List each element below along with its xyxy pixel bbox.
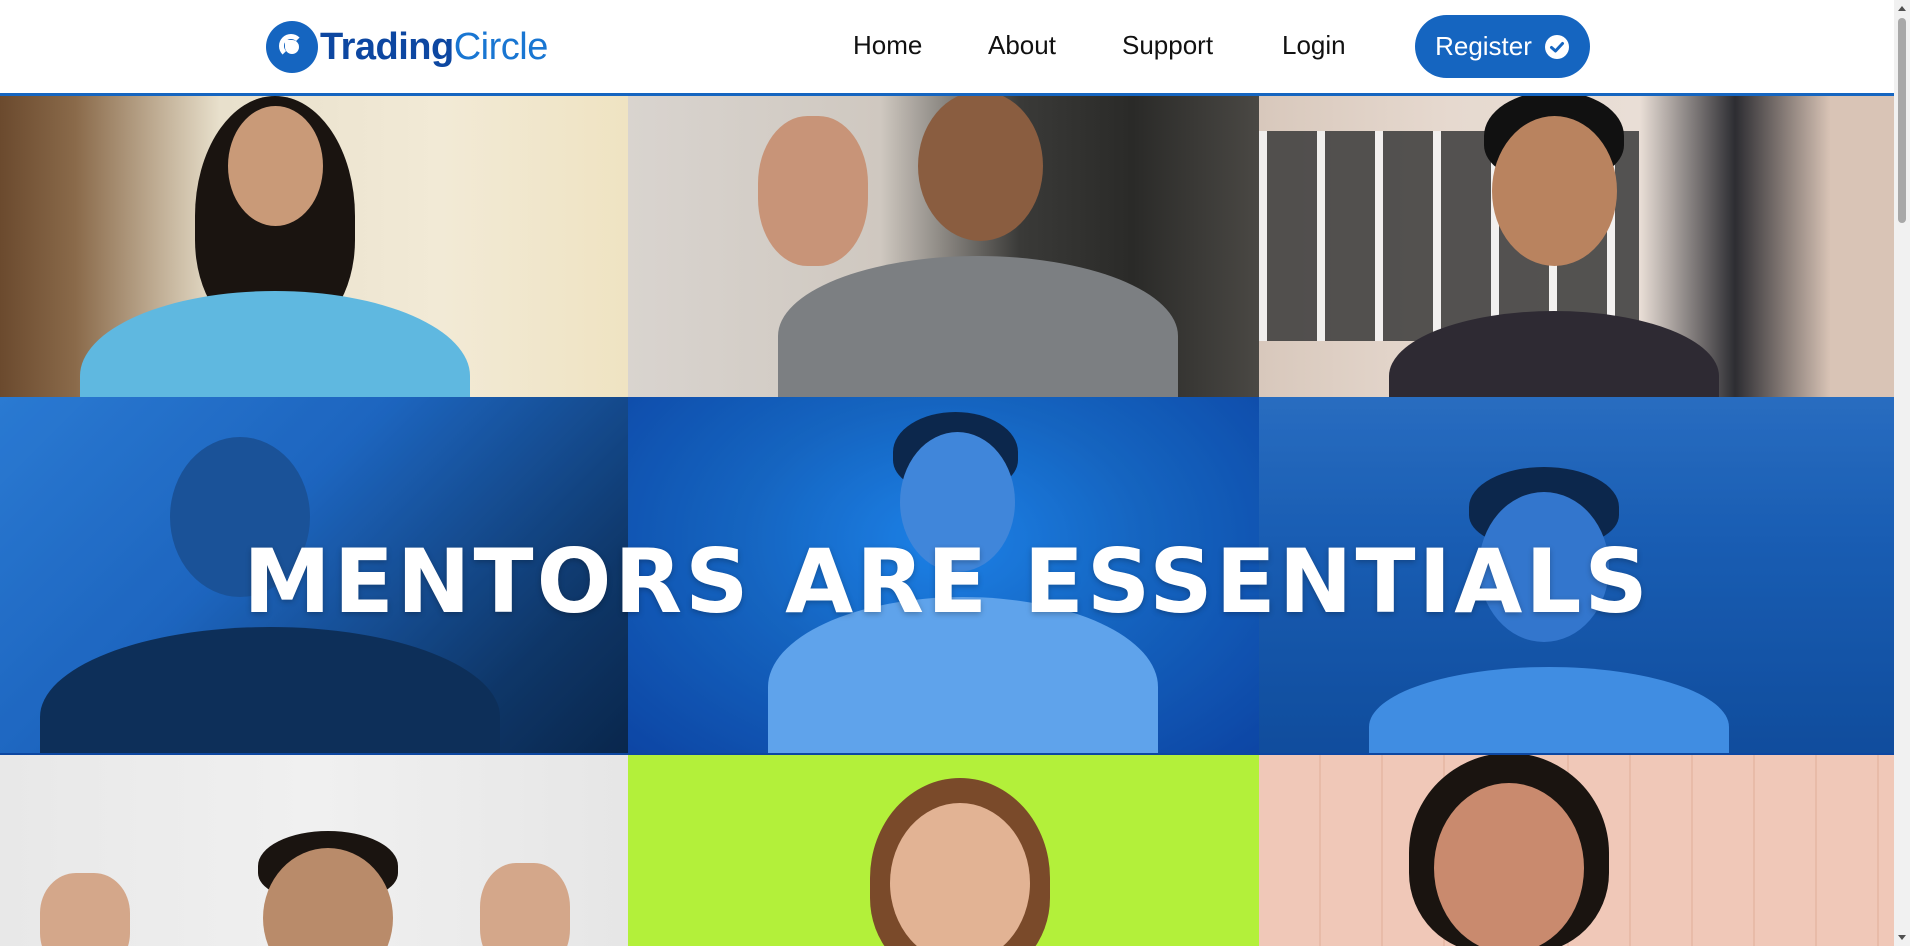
logo-text-trading: Trading <box>320 25 454 68</box>
video-tile-2 <box>628 96 1259 397</box>
site-header: Trading Circle Home About Support Login R… <box>0 0 1894 96</box>
register-button[interactable]: Register <box>1415 15 1590 78</box>
hero-video-grid <box>0 96 1894 946</box>
logo-mark-icon <box>266 21 318 73</box>
video-tile-1 <box>0 96 628 397</box>
scrollbar-thumb[interactable] <box>1898 18 1906 223</box>
nav-home[interactable]: Home <box>853 30 922 61</box>
video-tile-7 <box>0 753 628 946</box>
page: Trading Circle Home About Support Login R… <box>0 0 1910 946</box>
scroll-up-arrow-icon[interactable] <box>1894 0 1910 16</box>
nav-login[interactable]: Login <box>1282 30 1346 61</box>
scroll-down-arrow-icon[interactable] <box>1894 930 1910 946</box>
tradingcircle-logo[interactable]: Trading Circle <box>266 19 548 75</box>
video-tile-9 <box>1259 753 1894 946</box>
hero-title: MENTORS ARE ESSENTIALS <box>243 530 1651 633</box>
nav-about[interactable]: About <box>988 30 1056 61</box>
video-tile-8 <box>628 753 1259 946</box>
page-scrollbar[interactable] <box>1894 0 1910 946</box>
nav-support[interactable]: Support <box>1122 30 1213 61</box>
video-tile-3 <box>1259 96 1894 397</box>
register-button-label: Register <box>1435 31 1532 61</box>
logo-text-circle: Circle <box>453 25 549 68</box>
check-circle-icon <box>1544 34 1569 59</box>
